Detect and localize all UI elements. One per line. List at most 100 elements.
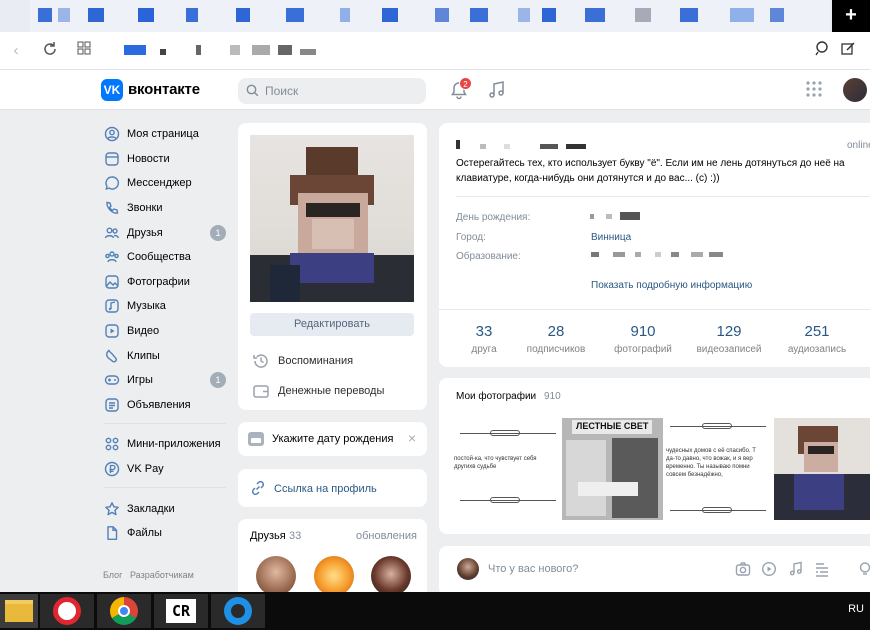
sidebar-item-2-items[interactable]: Новости [100, 147, 230, 172]
sidebar-item-label: Звонки [127, 202, 163, 215]
counter-2[interactable]: 28 подписчиков [511, 323, 601, 355]
sidebar-item-7-items[interactable]: Фотографии [100, 270, 230, 295]
sidebar-item-label: Новости [127, 152, 170, 165]
sidebar-item-2-items3[interactable]: Файлы [100, 521, 230, 546]
friends-updates-link[interactable]: обновления [356, 530, 417, 542]
counter-4[interactable]: 129 видеозаписей [684, 323, 774, 355]
education-value-blurred[interactable] [591, 252, 731, 259]
video-play-icon[interactable] [761, 561, 777, 577]
taskbar-chrome[interactable] [97, 594, 151, 628]
post-composer: Что у вас нового? [439, 546, 870, 596]
sidebar-item-4-items[interactable]: Звонки [100, 196, 230, 221]
menu-footer: Блог Разработчикам [103, 570, 194, 580]
sidebar-item-1-items3[interactable]: Закладки [100, 496, 230, 521]
city-value[interactable]: Винница [591, 232, 631, 243]
video-icon [105, 324, 119, 338]
browser-tabs-strip[interactable] [30, 0, 830, 32]
birthday-prompt-card[interactable]: Укажите дату рождения × [238, 422, 427, 456]
photos-title[interactable]: Мои фотографии [456, 391, 536, 402]
counter-label: фотографий [614, 344, 672, 355]
opera-icon [53, 597, 81, 625]
photo-thumbnail[interactable]: ЛЕСТНЫЕ СВЕТ [562, 418, 663, 520]
sidebar-item-10-items[interactable]: Клипы [100, 343, 230, 368]
sidebar-item-label: Друзья [127, 226, 163, 239]
friend-avatar[interactable] [314, 556, 354, 596]
counter-number: 129 [716, 323, 742, 340]
taskbar-file-explorer[interactable] [0, 594, 38, 628]
music-icon [105, 299, 119, 314]
money-transfers-link[interactable]: Денежные переводы [252, 382, 384, 400]
sidebar-item-8-items[interactable]: Музыка [100, 294, 230, 319]
edge-icon [224, 597, 252, 625]
sidebar-item-1-items[interactable]: Моя страница [100, 122, 230, 147]
reload-icon[interactable] [40, 41, 60, 61]
edit-page-icon[interactable] [838, 41, 858, 61]
sidebar-item-label: Объявления [127, 398, 191, 411]
back-arrow-icon[interactable]: ‹ [6, 41, 26, 61]
music-note-icon[interactable] [788, 561, 804, 577]
file-icon [107, 526, 118, 541]
profile-photo[interactable] [250, 135, 414, 302]
counter-3[interactable]: 910 фотографий [598, 323, 688, 355]
footer-link-blog[interactable]: Блог [103, 570, 122, 580]
taskbar-cr-app[interactable]: CR [154, 594, 208, 628]
sidebar-item-3-items[interactable]: Мессенджер [100, 171, 230, 196]
show-more-info-link[interactable]: Показать подробную информацию [591, 280, 752, 291]
phone-icon [106, 201, 119, 214]
thumb-text: ЛЕСТНЫЕ СВЕТ [576, 421, 649, 431]
taskbar-opera[interactable] [40, 594, 94, 628]
sidebar-item-9-items[interactable]: Видео [100, 319, 230, 344]
close-icon[interactable]: × [408, 430, 416, 446]
new-tab-button[interactable]: + [832, 0, 870, 32]
thumb-text: другихв судьбе [454, 464, 497, 470]
ruble-icon [104, 461, 120, 477]
thumb-text: временно. Ты называю помни [666, 464, 750, 470]
vk-brand-name[interactable]: вконтакте [128, 81, 200, 98]
profile-name-blurred [456, 140, 586, 150]
photo-thumbnail[interactable] [774, 418, 870, 520]
edit-profile-button[interactable]: Редактировать [250, 313, 414, 336]
taskbar-edge[interactable] [211, 594, 265, 628]
composer-input[interactable]: Что у вас нового? [488, 563, 578, 575]
photo-thumbnail[interactable]: чудесных домов с её спасибо. Т да-то дав… [666, 418, 772, 520]
lightbulb-icon[interactable] [857, 561, 870, 577]
chrome-icon [110, 597, 138, 625]
url-field[interactable] [110, 38, 810, 64]
vk-logo-icon[interactable]: VK [101, 79, 123, 101]
zoom-search-icon[interactable] [812, 41, 832, 61]
user-circle-icon [104, 127, 120, 142]
counter-5[interactable]: 251 аудиозапись [772, 323, 862, 355]
sidebar-item-11-items[interactable]: Игры 1 [100, 368, 230, 393]
sidebar-item-6-items[interactable]: Сообщества [100, 245, 230, 270]
search-input[interactable]: Поиск [238, 78, 426, 104]
sidebar-item-2-items2[interactable]: VK Pay [100, 457, 230, 482]
memories-link[interactable]: Воспоминания [252, 352, 353, 370]
footer-link-developers[interactable]: Разработчикам [130, 570, 194, 580]
friend-avatar[interactable] [256, 556, 296, 596]
profile-link-card[interactable]: Ссылка на профиль [238, 469, 427, 507]
thumb-text: постой-ка, что чувствует себя [454, 456, 537, 462]
speed-dial-icon[interactable] [74, 41, 94, 61]
friends-title[interactable]: Друзья [250, 530, 286, 542]
sidebar-item-label: Мессенджер [127, 177, 192, 190]
status-text[interactable]: Остерегайтесь тех, кто использует букву … [456, 156, 845, 186]
counter-label: аудиозапись [787, 344, 847, 355]
search-icon [246, 84, 259, 97]
sidebar-item-5-items[interactable]: Друзья 1 [100, 220, 230, 245]
music-note-icon[interactable] [487, 80, 509, 102]
friend-avatar[interactable] [371, 556, 411, 596]
browser-address-bar: ‹ [0, 32, 870, 70]
avatar[interactable] [843, 78, 867, 102]
sidebar-item-12-items[interactable]: Объявления [100, 393, 230, 418]
ads-icon [105, 398, 119, 412]
camera-icon[interactable] [735, 561, 751, 577]
sidebar-item-1-items2[interactable]: Мини-приложения [100, 432, 230, 457]
apps-grid-icon[interactable] [805, 80, 827, 102]
article-icon[interactable] [814, 561, 830, 577]
wallet-icon [253, 385, 269, 398]
photo-thumbnail[interactable]: постой-ка, что чувствует себя другихв су… [454, 418, 560, 520]
language-indicator[interactable]: RU [848, 603, 864, 615]
birthday-prompt-text: Укажите дату рождения [272, 433, 394, 445]
grid-icon [105, 438, 119, 451]
status-line: клавиатуре, когда-нибудь они дотянутся и… [456, 173, 720, 184]
